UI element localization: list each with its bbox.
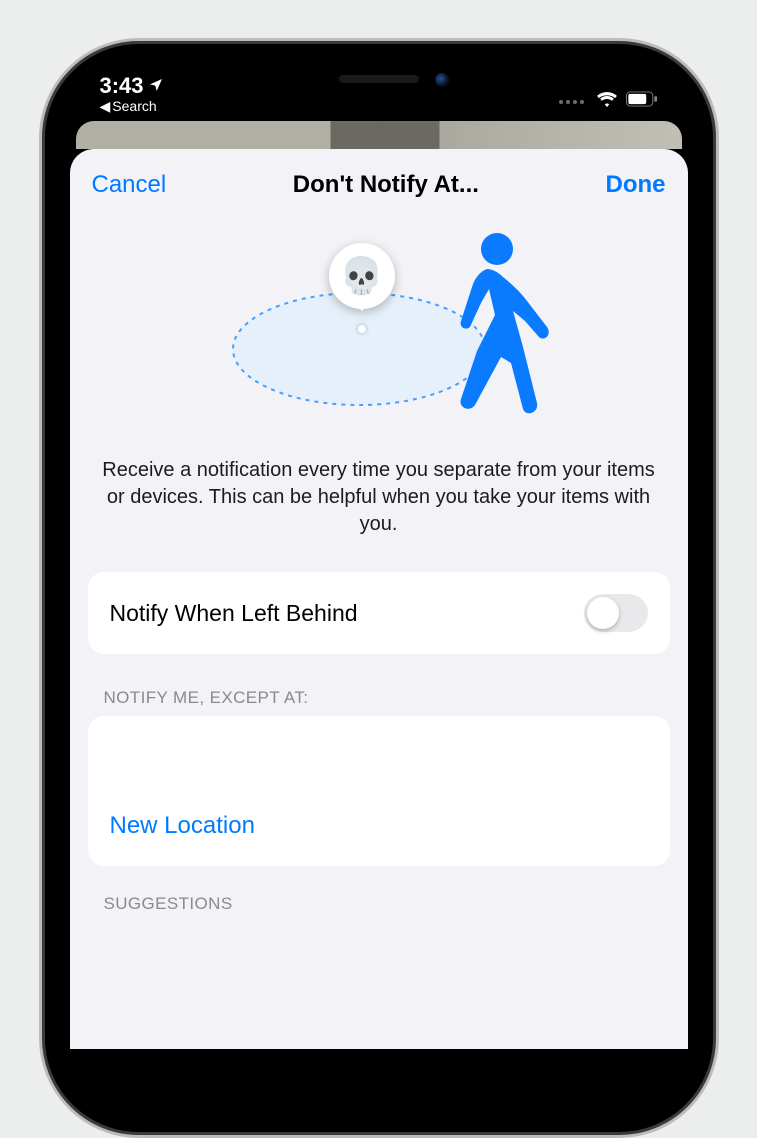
cancel-button[interactable]: Cancel (92, 171, 167, 199)
page-title: Don't Notify At... (166, 171, 605, 199)
status-time: 3:43 (100, 75, 164, 97)
suggestions-section-header: Suggestions (70, 866, 688, 922)
item-pin: 💀 (329, 243, 395, 309)
done-button[interactable]: Done (606, 171, 666, 199)
new-location-button[interactable]: New Location (110, 812, 670, 840)
hero-illustration: 💀 (199, 229, 559, 429)
walking-person-icon (429, 229, 549, 419)
except-locations-cell: New Location (88, 716, 670, 866)
back-label: Search (112, 99, 156, 113)
description-text: Receive a notification every time you se… (70, 439, 688, 566)
speaker-grille (339, 75, 419, 83)
battery-icon (626, 91, 658, 112)
background-screen-peek (76, 121, 682, 149)
pin-dot-icon (358, 325, 366, 333)
location-services-icon (148, 75, 164, 97)
notify-left-behind-cell: Notify When Left Behind (88, 572, 670, 654)
notch (249, 59, 509, 99)
except-at-section-header: Notify me, except at: (70, 660, 688, 716)
back-caret-icon: ◀ (100, 99, 111, 113)
clock-label: 3:43 (100, 75, 144, 97)
toggle-knob (587, 597, 619, 629)
wifi-icon (596, 90, 618, 113)
front-camera (435, 73, 449, 87)
skull-icon: 💀 (339, 255, 384, 297)
app-switcher-dots-icon (559, 100, 584, 104)
phone-frame: 3:43 ◀ Search (39, 38, 719, 1138)
nav-bar: Cancel Don't Notify At... Done (70, 153, 688, 209)
notify-left-behind-label: Notify When Left Behind (110, 600, 358, 627)
screen: 3:43 ◀ Search (60, 59, 698, 1117)
modal-sheet: Cancel Don't Notify At... Done 💀 (70, 149, 688, 1049)
breadcrumb-back[interactable]: ◀ Search (100, 99, 157, 113)
phone-bezel: 3:43 ◀ Search (52, 51, 706, 1125)
notify-left-behind-toggle[interactable] (584, 594, 648, 632)
